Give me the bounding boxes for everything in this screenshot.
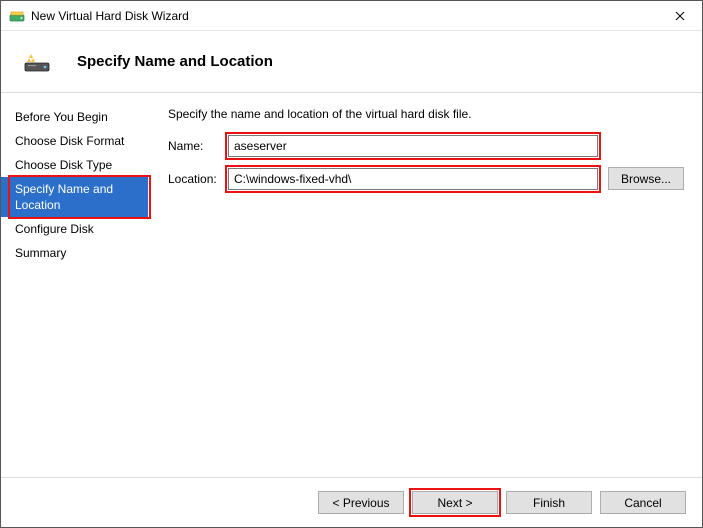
name-row: Name:	[168, 135, 684, 157]
sidebar-step-summary[interactable]: Summary	[1, 241, 148, 265]
hard-disk-wizard-icon	[23, 51, 51, 73]
browse-button[interactable]: Browse...	[608, 167, 684, 190]
location-row: Location: Browse...	[168, 167, 684, 190]
next-button[interactable]: Next >	[412, 491, 498, 514]
wizard-body: Before You Begin Choose Disk Format Choo…	[1, 93, 702, 477]
wizard-window: New Virtual Hard Disk Wizard Specify Nam…	[0, 0, 703, 528]
window-title: New Virtual Hard Disk Wizard	[31, 9, 657, 23]
close-button[interactable]	[657, 1, 702, 31]
wizard-footer: < Previous Next > Finish Cancel	[1, 477, 702, 527]
page-title: Specify Name and Location	[77, 53, 273, 70]
sidebar-step-choose-disk-format[interactable]: Choose Disk Format	[1, 129, 148, 153]
hard-disk-icon	[9, 8, 25, 24]
wizard-content: Specify the name and location of the vir…	[148, 93, 702, 477]
sidebar-step-choose-disk-type[interactable]: Choose Disk Type	[1, 153, 148, 177]
sidebar-step-configure-disk[interactable]: Configure Disk	[1, 217, 148, 241]
wizard-header: Specify Name and Location	[1, 31, 702, 93]
name-label: Name:	[168, 139, 228, 153]
previous-button[interactable]: < Previous	[318, 491, 404, 514]
name-input[interactable]	[228, 135, 598, 157]
sidebar-step-before-you-begin[interactable]: Before You Begin	[1, 105, 148, 129]
finish-button[interactable]: Finish	[506, 491, 592, 514]
wizard-steps-sidebar: Before You Begin Choose Disk Format Choo…	[1, 93, 148, 477]
titlebar: New Virtual Hard Disk Wizard	[1, 1, 702, 31]
location-input[interactable]	[228, 168, 598, 190]
instruction-text: Specify the name and location of the vir…	[168, 107, 684, 121]
sidebar-step-specify-name-and-location[interactable]: Specify Name and Location	[1, 177, 148, 217]
location-label: Location:	[168, 172, 228, 186]
cancel-button[interactable]: Cancel	[600, 491, 686, 514]
